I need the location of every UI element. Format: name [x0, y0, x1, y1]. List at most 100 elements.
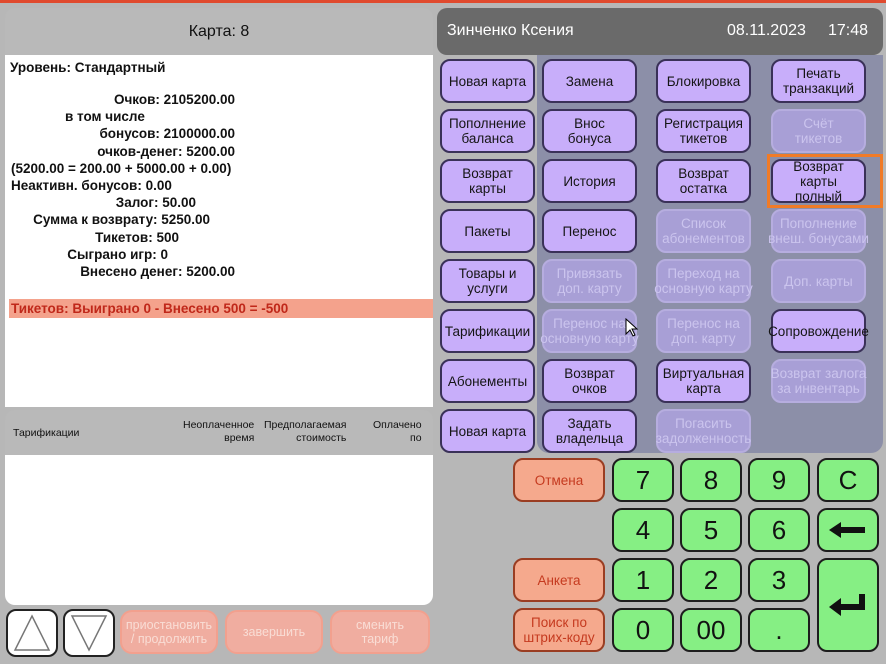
paid-header-line1: Оплачено	[373, 419, 422, 431]
subscriptions-list-button[interactable]: Список абонементов	[656, 209, 751, 253]
survey-label: Анкета	[537, 572, 581, 588]
register-tickets-button[interactable]: Регистрация тикетов	[656, 109, 751, 153]
ticket-account-label-1: Счёт	[803, 116, 834, 131]
key-enter[interactable]	[817, 558, 879, 652]
key-1[interactable]: 1	[612, 558, 674, 602]
scroll-up-button[interactable]	[6, 609, 58, 657]
key-4[interactable]: 4	[612, 508, 674, 552]
key-0[interactable]: 0	[612, 608, 674, 652]
pay-debt-label-2: задолженность	[655, 431, 752, 446]
virtual-card-button[interactable]: Виртуальная карта	[656, 359, 751, 403]
finish-label: завершить	[242, 625, 306, 639]
set-owner-button[interactable]: Задать владельца	[542, 409, 637, 453]
key-7[interactable]: 7	[612, 458, 674, 502]
return-equipment-deposit-button[interactable]: Возврат залога за инвентарь	[771, 359, 866, 403]
goto-main-card-button[interactable]: Переход на основную карту	[654, 259, 753, 303]
key-6[interactable]: 6	[748, 508, 810, 552]
mouse-pointer-icon	[625, 318, 639, 337]
paid-header-line2: по	[410, 432, 422, 444]
ticket-account-button[interactable]: Счёт тикетов	[771, 109, 866, 153]
return-rest-label-2: остатка	[679, 181, 728, 196]
key-8[interactable]: 8	[680, 458, 742, 502]
print-transactions-button[interactable]: Печать транзакций	[771, 59, 866, 103]
topup-balance-button[interactable]: Пополнение баланса	[440, 109, 535, 153]
survey-button[interactable]: Анкета	[513, 558, 605, 602]
print-label-2: транзакций	[782, 81, 855, 96]
set-owner-label-1: Задать	[567, 416, 612, 431]
return-deposit-label-2: за инвентарь	[777, 381, 860, 396]
enter-arrow-icon	[829, 594, 865, 616]
new-card-button-2[interactable]: Новая карта	[440, 409, 535, 453]
finish-button[interactable]: завершить	[225, 610, 323, 654]
key-clear-label: C	[838, 464, 858, 495]
return-deposit-label-1: Возврат залога	[770, 366, 867, 381]
new-card-2-label: Новая карта	[448, 423, 527, 439]
change-tariff-button[interactable]: сменить тариф	[330, 610, 430, 654]
external-bonus-topup-button[interactable]: Пополнение внеш. бонусами	[768, 209, 869, 253]
key-2-label: 2	[703, 564, 719, 595]
goods-services-button[interactable]: Товары и услуги	[440, 259, 535, 303]
block-label: Блокировка	[666, 73, 741, 89]
key-7-label: 7	[635, 464, 651, 495]
key-backspace[interactable]	[817, 508, 879, 552]
pay-debt-button[interactable]: Погасить задолженность	[656, 409, 751, 453]
key-2[interactable]: 2	[680, 558, 742, 602]
key-9-label: 9	[771, 464, 787, 495]
subscriptions-button[interactable]: Абонементы	[440, 359, 535, 403]
goods-label-2: услуги	[467, 281, 508, 296]
history-button[interactable]: История	[542, 159, 637, 203]
barcode-search-button[interactable]: Поиск по штрих-коду	[513, 608, 605, 652]
bind-extra-card-button[interactable]: Привязать доп. карту	[542, 259, 637, 303]
cancel-button[interactable]: Отмена	[513, 458, 605, 502]
move-to-main-card-button[interactable]: Перенос на основную карту	[540, 309, 639, 353]
bind-extra-label-2: доп. карту	[557, 281, 622, 296]
key-9[interactable]: 9	[748, 458, 810, 502]
card-info-panel: Уровень: Стандартный Очков: 2105200.00 в…	[5, 55, 433, 407]
cost-header-line2: стоимость	[296, 432, 347, 444]
key-dot[interactable]: .	[748, 608, 810, 652]
bind-extra-label-1: Привязать	[556, 266, 623, 281]
points-value: Очков: 2105200.00	[113, 92, 235, 107]
extra-cards-button[interactable]: Доп. карты	[771, 259, 866, 303]
deposit-value: Залог: 50.00	[115, 195, 196, 211]
move-to-extra-card-button[interactable]: Перенос на доп. карту	[656, 309, 751, 353]
money-points-value: очков-денег: 5200.00	[97, 143, 235, 159]
escort-label: Сопровождение	[768, 323, 869, 339]
money-in-value: Внесено денег: 5200.00	[80, 263, 235, 279]
key-00[interactable]: 00	[680, 608, 742, 652]
suspend-resume-button[interactable]: приостановить / продолжить	[120, 610, 218, 654]
print-label-1: Печать	[796, 66, 841, 81]
top-accent-line	[0, 0, 886, 3]
bonus-deposit-button[interactable]: Внос бонуса	[542, 109, 637, 153]
reg-tickets-label-1: Регистрация	[664, 116, 743, 131]
subs-list-label-2: абонементов	[662, 231, 745, 246]
return-card-button[interactable]: Возврат карты	[440, 159, 535, 203]
unpaid-time-header: Неоплаченное время	[183, 419, 254, 445]
barcode-label-2: штрих-коду	[523, 630, 595, 645]
packages-button[interactable]: Пакеты	[440, 209, 535, 253]
return-points-button[interactable]: Возврат очков	[542, 359, 637, 403]
key-3-label: 3	[771, 564, 787, 595]
key-5[interactable]: 5	[680, 508, 742, 552]
card-title: Карта: 8	[188, 22, 250, 40]
key-clear[interactable]: C	[817, 458, 879, 502]
goto-main-label-1: Переход на	[667, 266, 740, 281]
escort-button[interactable]: Сопровождение	[768, 309, 869, 353]
tickets-summary: Тикетов: Выиграно 0 - Внесено 500 = -500	[9, 299, 433, 318]
block-card-button[interactable]: Блокировка	[656, 59, 751, 103]
transfer-label: Перенос	[562, 223, 617, 239]
return-card-label-2: карты	[469, 181, 506, 196]
return-balance-button[interactable]: Возврат остатка	[656, 159, 751, 203]
scroll-down-button[interactable]	[63, 609, 115, 657]
tariffs-table-body[interactable]	[5, 455, 433, 605]
return-points-label-2: очков	[572, 381, 607, 396]
pay-debt-label-1: Погасить	[675, 416, 732, 431]
new-card-button[interactable]: Новая карта	[440, 59, 535, 103]
change-label-1: сменить	[356, 618, 404, 632]
key-3[interactable]: 3	[748, 558, 810, 602]
focus-highlight	[767, 154, 883, 208]
replace-card-button[interactable]: Замена	[542, 59, 637, 103]
transfer-button[interactable]: Перенос	[542, 209, 637, 253]
tariffs-button[interactable]: Тарификации	[440, 309, 535, 353]
inactive-bonuses-value: Неактивн. бонусов: 0.00	[11, 177, 172, 193]
